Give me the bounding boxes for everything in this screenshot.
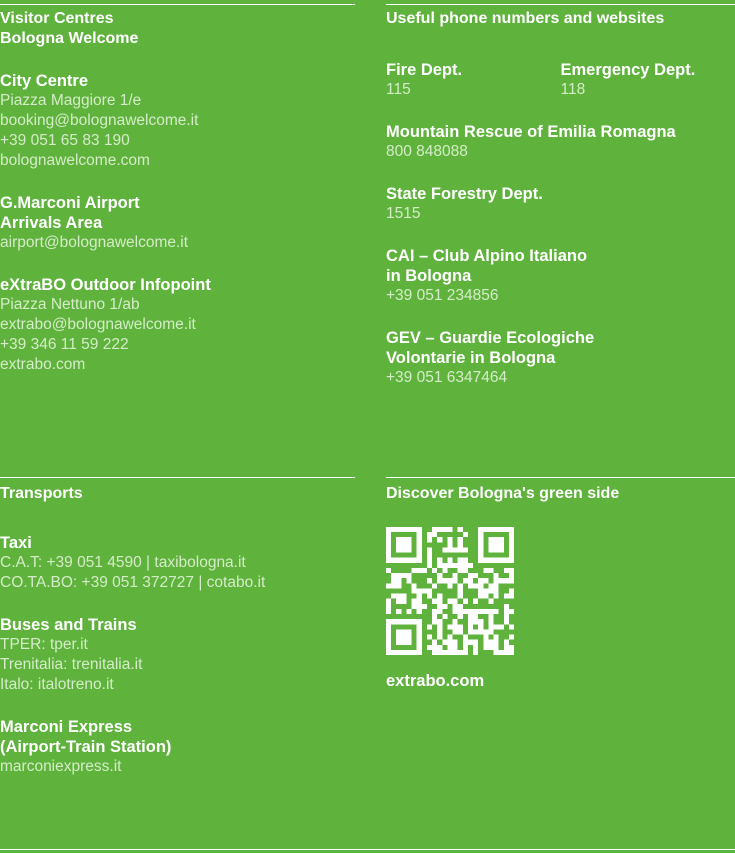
website-link[interactable]: extrabo.com bbox=[386, 671, 735, 691]
section-title: Useful phone numbers and websites bbox=[386, 10, 665, 27]
discover-section: Discover Bologna's green side extrabo.co… bbox=[386, 484, 735, 691]
infopoint-block: eXtraBO Outdoor Infopoint Piazza Nettuno… bbox=[0, 275, 360, 375]
buses-trains-block: Buses and Trains TPER: tper.it Trenitali… bbox=[0, 615, 360, 695]
block-heading: Mountain Rescue of Emilia Romagna bbox=[386, 123, 676, 141]
gev-block: GEV – Guardie Ecologiche Volontarie in B… bbox=[386, 328, 735, 388]
website-link[interactable]: marconiexpress.it bbox=[0, 757, 360, 777]
website-link[interactable]: bolognawelcome.com bbox=[0, 151, 360, 171]
divider-top-left bbox=[0, 4, 355, 5]
email-link[interactable]: booking@bolognawelcome.it bbox=[0, 111, 360, 131]
email-link[interactable]: extrabo@bolognawelcome.it bbox=[0, 315, 360, 335]
transports-section: Transports Taxi C.A.T: +39 051 4590 | ta… bbox=[0, 484, 360, 777]
taxi-line: CO.TA.BO: +39 051 372727 | cotabo.it bbox=[0, 574, 266, 591]
block-heading: in Bologna bbox=[386, 267, 472, 285]
phone-number: 800 848088 bbox=[386, 143, 468, 160]
block-heading: G.Marconi Airport bbox=[0, 194, 140, 212]
useful-numbers-section: Useful phone numbers and websites Fire D… bbox=[386, 9, 735, 388]
mountain-rescue-block: Mountain Rescue of Emilia Romagna 800 84… bbox=[386, 122, 735, 162]
fire-dept-block: Fire Dept. 115 bbox=[386, 60, 561, 100]
block-heading: Volontarie in Bologna bbox=[386, 349, 556, 367]
address: Piazza Maggiore 1/e bbox=[0, 92, 142, 109]
divider-bottom bbox=[0, 849, 735, 850]
emergency-dept-block: Emergency Dept. 118 bbox=[561, 60, 735, 100]
operator-link[interactable]: Trenitalia: trenitalia.it bbox=[0, 655, 360, 675]
operator-link[interactable]: Italo: italotreno.it bbox=[0, 675, 360, 695]
operator-link[interactable]: TPER: tper.it bbox=[0, 635, 360, 655]
phone-number: 115 bbox=[386, 81, 411, 98]
block-heading: Marconi Express bbox=[0, 718, 133, 736]
phone-number: +39 051 6347464 bbox=[386, 369, 508, 386]
block-heading: GEV – Guardie Ecologiche bbox=[386, 329, 595, 347]
cai-block: CAI – Club Alpino Italiano in Bologna +3… bbox=[386, 246, 735, 306]
section-title: Discover Bologna's green side bbox=[386, 485, 620, 502]
phone-number: +39 346 11 59 222 bbox=[0, 336, 129, 353]
qr-code-icon[interactable] bbox=[386, 527, 514, 655]
phone-number: +39 051 234856 bbox=[386, 287, 499, 304]
block-heading: City Centre bbox=[0, 72, 89, 90]
taxi-line: C.A.T: +39 051 4590 | taxibologna.it bbox=[0, 554, 246, 571]
city-centre-block: City Centre Piazza Maggiore 1/e booking@… bbox=[0, 71, 360, 171]
visitor-centres-section: Visitor Centres Bologna Welcome City Cen… bbox=[0, 9, 360, 375]
block-heading: Emergency Dept. bbox=[560, 61, 696, 79]
block-heading: Fire Dept. bbox=[386, 61, 463, 79]
block-heading: (Airport-Train Station) bbox=[0, 738, 172, 756]
section-title: Visitor Centres Bologna Welcome bbox=[0, 10, 139, 47]
email-link[interactable]: airport@bolognawelcome.it bbox=[0, 233, 360, 253]
divider-mid-right bbox=[386, 477, 735, 478]
divider-top-right bbox=[386, 4, 735, 5]
forestry-block: State Forestry Dept. 1515 bbox=[386, 184, 735, 224]
phone-number: 118 bbox=[560, 81, 586, 98]
address: Piazza Nettuno 1/ab bbox=[0, 296, 140, 313]
block-heading: Buses and Trains bbox=[0, 616, 137, 634]
block-heading: State Forestry Dept. bbox=[386, 185, 543, 203]
block-heading: Arrivals Area bbox=[0, 214, 103, 232]
block-heading: Taxi bbox=[0, 534, 32, 552]
divider-mid-left bbox=[0, 477, 355, 478]
airport-block: G.Marconi Airport Arrivals Area airport@… bbox=[0, 193, 360, 253]
website-link[interactable]: extrabo.com bbox=[0, 355, 360, 375]
emergency-pair: Fire Dept. 115 Emergency Dept. 118 bbox=[386, 60, 735, 100]
phone-number: 1515 bbox=[386, 205, 421, 222]
taxi-block: Taxi C.A.T: +39 051 4590 | taxibologna.i… bbox=[0, 533, 360, 593]
section-title: Transports bbox=[0, 485, 83, 502]
phone-number: +39 051 65 83 190 bbox=[0, 132, 130, 149]
block-heading: eXtraBO Outdoor Infopoint bbox=[0, 276, 211, 294]
block-heading: CAI – Club Alpino Italiano bbox=[386, 247, 588, 265]
marconi-express-block: Marconi Express (Airport-Train Station) … bbox=[0, 717, 360, 777]
